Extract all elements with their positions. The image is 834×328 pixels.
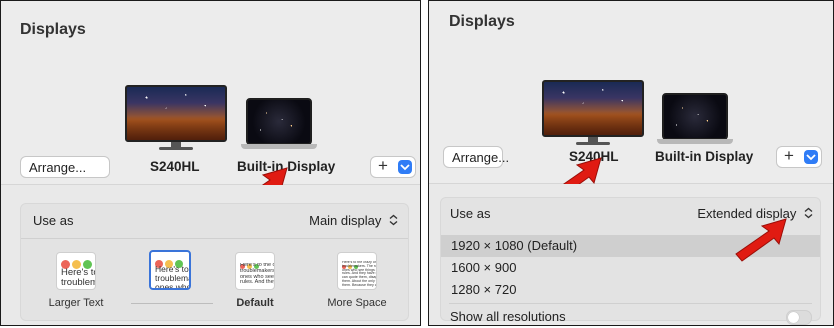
up-down-chevron-icon [389,214,398,229]
monitor-stand-base [159,147,193,150]
add-display-button[interactable]: + [370,156,416,178]
laptop-base [241,144,317,149]
thumbnail-label-more-space: More Space [327,297,387,309]
display-arrangement-area: Displays Arrange... S240HL Built-in Disp… [1,1,420,211]
scale-slider-track[interactable] [131,303,213,304]
scale-thumbnail-default[interactable]: Here's to the cr troublemakers. ones who… [235,252,275,290]
builtin-display-laptop[interactable] [241,98,317,150]
display-settings-area: Use as Extended display 1920 × 1080 (Def… [429,184,833,325]
page-title: Displays [449,13,515,30]
toggle-knob [788,312,799,323]
resolution-row[interactable]: 1280 × 720 [441,279,820,301]
up-down-chevron-icon [804,207,813,222]
thumbnail-label-default: Default [236,297,274,309]
use-as-label: Use as [33,213,74,228]
builtin-display-laptop[interactable] [657,93,733,145]
annotation-arrow [735,218,787,262]
monitor-screen [125,85,227,142]
arrange-button[interactable]: Arrange... [20,156,110,178]
arrange-button[interactable]: Arrange... [443,146,509,168]
thumbnail-sample-text: Here's to t troublema ones who [155,265,191,290]
plus-icon: + [784,146,794,165]
displays-settings-panel-left: Displays Arrange... S240HL Built-in Disp… [0,0,421,326]
display-label-builtin: Built-in Display [655,149,754,164]
divider [449,303,812,304]
use-as-value: Main display [309,213,382,228]
laptop-screen [662,93,728,140]
display-arrangement-area: Displays Arrange... S240HL Built-in Disp… [429,1,833,201]
settings-group: Use as Main display Here's to troublem L… [20,203,409,321]
laptop-screen [246,98,312,145]
show-all-resolutions-label: Show all resolutions [450,309,566,324]
displays-settings-panel-right: Displays Arrange... S240HL Built-in Disp… [428,0,834,326]
plus-icon: + [378,156,388,175]
show-all-resolutions-toggle[interactable] [786,310,812,325]
scale-thumbnail-selected[interactable]: Here's to t troublema ones who [149,250,191,290]
use-as-label: Use as [450,206,491,221]
display-label-s240hl: S240HL [150,159,200,174]
thumbnail-label-larger-text: Larger Text [48,297,104,309]
scale-thumbnail-larger-text[interactable]: Here's to troublem [56,252,96,290]
divider [21,238,408,239]
add-display-button[interactable]: + [776,146,822,168]
display-settings-area: Use as Main display Here's to troublem L… [1,185,420,325]
external-monitor-s240hl[interactable] [542,80,644,150]
chevron-down-icon [804,150,818,164]
thumbnail-sample-text: Here's to the crazy one troublemakers. T… [342,261,377,287]
external-monitor-s240hl[interactable] [125,85,227,155]
page-title: Displays [20,21,86,38]
thumbnail-sample-text: Here's to troublem [61,268,96,288]
use-as-popup[interactable]: Main display [309,213,398,229]
scale-thumbnail-more-space[interactable]: Here's to the crazy one troublemakers. T… [337,252,377,290]
chevron-down-icon [398,160,412,174]
monitor-stand-base [576,142,610,145]
laptop-base [657,139,733,144]
thumbnail-sample-text: Here's to the cr troublemakers. ones who… [240,263,275,286]
monitor-screen [542,80,644,137]
